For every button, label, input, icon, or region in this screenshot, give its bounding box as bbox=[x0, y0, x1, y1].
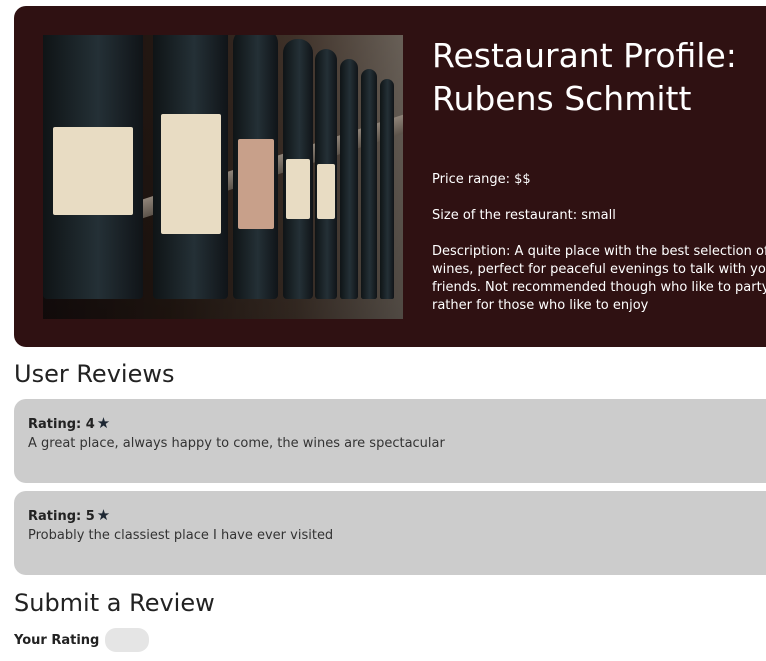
review-card: Rating: 4 ★ A great place, always happy t… bbox=[14, 399, 766, 483]
your-rating-input[interactable] bbox=[105, 628, 150, 652]
restaurant-size: Size of the restaurant: small bbox=[432, 208, 616, 223]
submit-review-heading: Submit a Review bbox=[14, 589, 215, 617]
review-card: Rating: 5 ★ Probably the classiest place … bbox=[14, 491, 766, 575]
bottle-decor bbox=[361, 69, 377, 299]
user-reviews-heading: User Reviews bbox=[14, 360, 175, 388]
price-range: Price range: $$ bbox=[432, 172, 531, 187]
bottle-decor bbox=[380, 79, 394, 299]
bottle-decor bbox=[340, 59, 358, 299]
review-text: Probably the classiest place I have ever… bbox=[28, 528, 334, 543]
bottle-decor bbox=[43, 35, 143, 299]
restaurant-description: Description: A quite place with the best… bbox=[432, 244, 766, 313]
review-rating-label: Rating: 4 bbox=[28, 417, 95, 432]
your-rating-field: Your Rating bbox=[14, 628, 150, 652]
bottle-decor bbox=[315, 49, 337, 299]
bottle-decor bbox=[283, 39, 313, 299]
review-rating: Rating: 5 ★ bbox=[28, 506, 110, 524]
bottle-decor bbox=[153, 35, 228, 299]
wine-bottles-image bbox=[43, 35, 403, 319]
review-rating: Rating: 4 ★ bbox=[28, 414, 110, 432]
page-title: Restaurant Profile: Rubens Schmitt bbox=[432, 36, 737, 118]
star-icon: ★ bbox=[96, 506, 111, 524]
review-rating-label: Rating: 5 bbox=[28, 509, 95, 524]
bottle-decor bbox=[233, 35, 278, 299]
star-icon: ★ bbox=[96, 414, 111, 432]
restaurant-profile-card: Restaurant Profile: Rubens Schmitt Price… bbox=[14, 6, 766, 347]
review-text: A great place, always happy to come, the… bbox=[28, 436, 445, 451]
your-rating-label: Your Rating bbox=[14, 632, 100, 648]
